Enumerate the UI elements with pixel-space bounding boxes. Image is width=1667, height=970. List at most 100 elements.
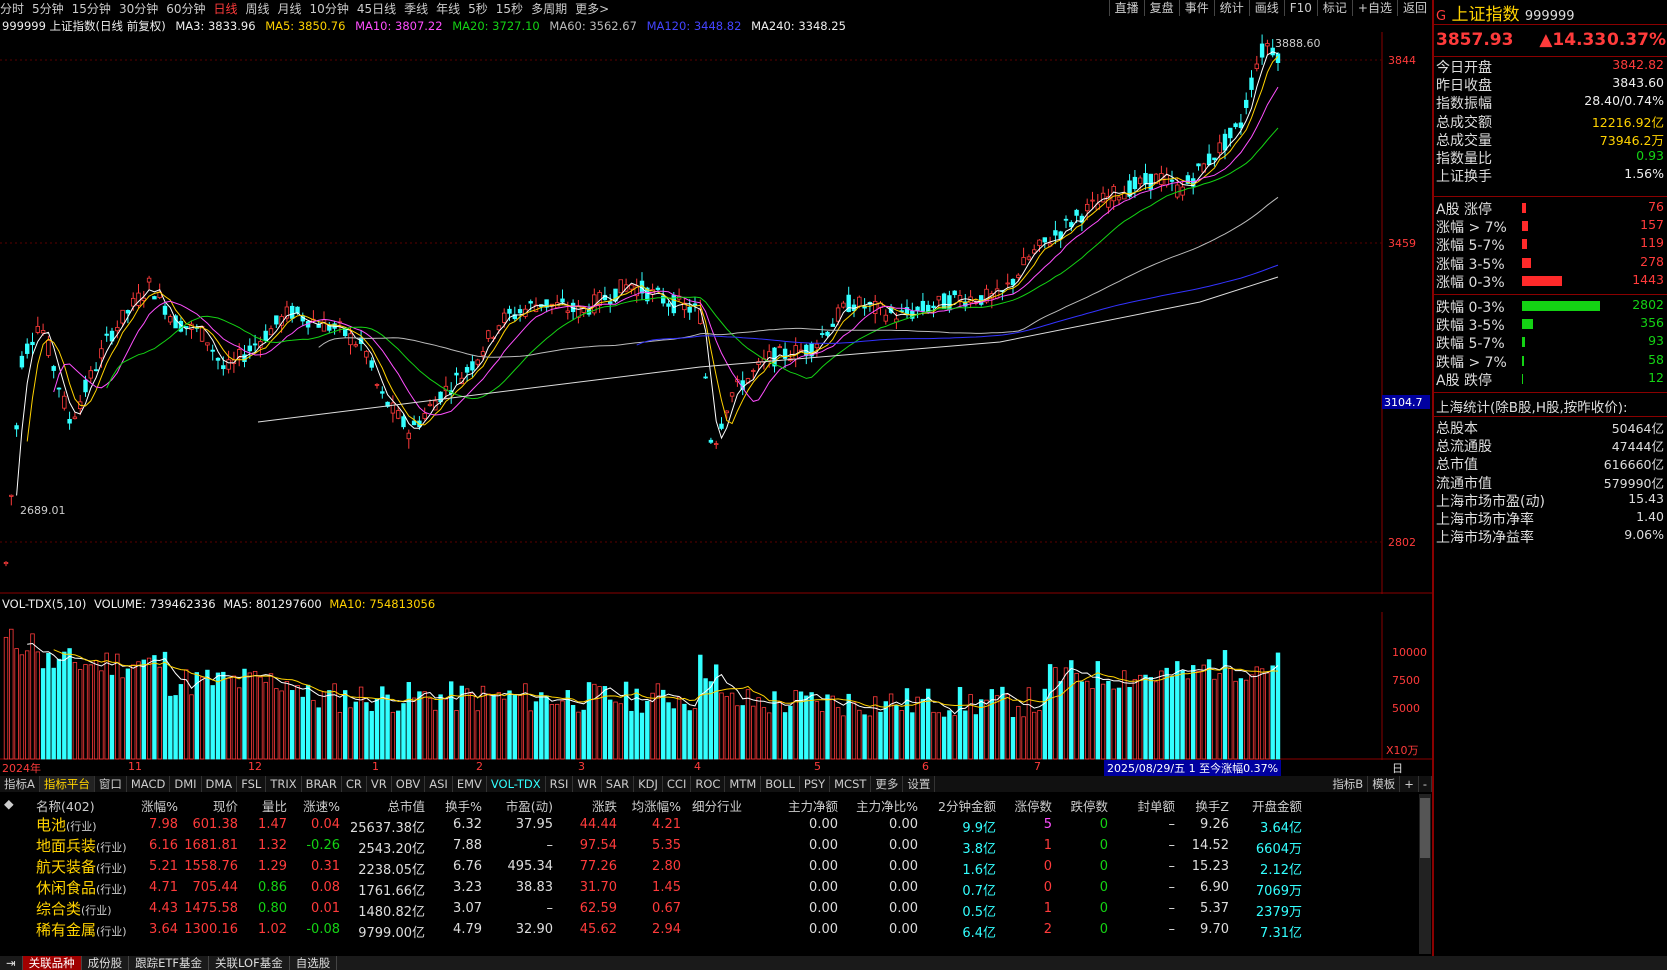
indicator-tab-19[interactable]: CCI (663, 776, 692, 792)
indicator-tab-22[interactable]: BOLL (761, 776, 800, 792)
column-header[interactable]: 量比 (262, 796, 287, 815)
column-header[interactable]: 现价 (213, 796, 238, 815)
indicator-tab-23[interactable]: PSY (800, 776, 831, 792)
period-14[interactable]: 多周期 (531, 2, 567, 16)
action-button-2[interactable]: 事件 (1178, 0, 1214, 16)
table-row[interactable]: 综合类(行业) 4.43 1475.58 0.80 0.01 1480.82亿 3.07 – 6… (0, 898, 1418, 920)
volume-bar (1000, 686, 1005, 760)
period-3[interactable]: 30分钟 (119, 2, 158, 16)
table-row[interactable]: 地面兵装(行业) 6.16 1681.81 1.32 -0.26 2543.20亿 7.88… (0, 835, 1418, 857)
indicator-tab-20[interactable]: ROC (691, 776, 726, 792)
column-header[interactable]: 市盈(动) (506, 796, 553, 815)
period-15[interactable]: 更多> (575, 2, 609, 16)
candle-body (268, 328, 274, 336)
action-button-5[interactable]: F10 (1283, 0, 1317, 16)
column-header[interactable]: 涨幅% (141, 796, 178, 815)
kline-chart[interactable]: 3844 3459 3104.7 2802 3888.60 2689.01 (0, 32, 1432, 594)
period-4[interactable]: 60分钟 (166, 2, 205, 16)
period-13[interactable]: 15秒 (496, 2, 523, 16)
indicator-tab-11[interactable]: OBV (392, 776, 426, 792)
candle-body (295, 306, 300, 314)
indicator-tab-24[interactable]: MCST (830, 776, 872, 792)
period-9[interactable]: 45日线 (357, 2, 396, 16)
column-header[interactable]: 名称(402) (36, 796, 95, 815)
candle-body (274, 315, 279, 325)
bottom-tab-4[interactable]: 自选股 (290, 956, 338, 970)
table-row[interactable]: 电池(行业) 7.98 601.38 1.47 0.04 25637.38亿 6.32 37.… (0, 814, 1418, 836)
indicator-tab-5[interactable]: DMA (202, 776, 238, 792)
stat-value: 157 (1640, 217, 1664, 233)
table-scrollbar[interactable] (1419, 794, 1431, 954)
action-button-6[interactable]: 标记 (1316, 0, 1352, 16)
expand-icon[interactable]: ◆ (4, 796, 14, 811)
period-7[interactable]: 月线 (278, 2, 302, 16)
indicator-tab-13[interactable]: EMV (453, 776, 487, 792)
indicator-tab-21[interactable]: MTM (725, 776, 762, 792)
indicator-tab-17[interactable]: SAR (602, 776, 635, 792)
column-header[interactable]: 2分钟金额 (938, 796, 996, 815)
period-5[interactable]: 日线 (214, 2, 238, 16)
table-row[interactable]: 稀有金属(行业) 3.64 1300.16 1.02 -0.08 9799.00亿 4.79… (0, 919, 1418, 941)
action-button-8[interactable]: 返回 (1396, 0, 1432, 16)
column-header[interactable]: 主力净额 (788, 796, 838, 815)
indicator-tab-26[interactable]: 设置 (903, 776, 936, 792)
period-8[interactable]: 10分钟 (310, 2, 349, 16)
volume-chart[interactable]: 10000 7500 5000 X10万 (0, 612, 1432, 760)
column-header[interactable]: 涨停数 (1014, 796, 1052, 815)
indicator-right-0[interactable]: 指标B (1328, 776, 1369, 792)
indicator-tab-4[interactable]: DMI (170, 776, 202, 792)
action-button-0[interactable]: 直播 (1108, 0, 1144, 16)
indicator-tab-7[interactable]: TRIX (266, 776, 302, 792)
volume-bar (88, 664, 93, 760)
column-header[interactable]: 封单额 (1137, 796, 1175, 815)
column-header[interactable]: 涨跌 (592, 796, 617, 815)
indicator-tab-16[interactable]: WR (573, 776, 602, 792)
table-row[interactable]: 航天装备(行业) 5.21 1558.76 1.29 0.31 2238.05亿 6.76 4… (0, 856, 1418, 878)
indicator-tab-12[interactable]: ASI (425, 776, 453, 792)
indicator-right-1[interactable]: 模板 (1368, 776, 1401, 792)
indicator-tab-14[interactable]: VOL-TDX (487, 776, 546, 792)
column-header[interactable]: 跌停数 (1070, 796, 1108, 815)
indicator-tab-6[interactable]: FSL (237, 776, 267, 792)
column-header[interactable]: 涨速% (303, 796, 340, 815)
action-button-1[interactable]: 复盘 (1143, 0, 1179, 16)
column-header[interactable]: 换手% (445, 796, 482, 815)
column-header[interactable]: 主力净比% (856, 796, 918, 815)
action-button-3[interactable]: 统计 (1213, 0, 1249, 16)
column-header[interactable]: 总市值 (387, 796, 425, 815)
indicator-tab-9[interactable]: CR (342, 776, 367, 792)
action-button-4[interactable]: 画线 (1248, 0, 1284, 16)
period-0[interactable]: 分时 (0, 2, 24, 16)
period-11[interactable]: 年线 (436, 2, 460, 16)
bottom-tab-2[interactable]: 跟踪ETF基金 (129, 956, 210, 970)
indicator-tab-10[interactable]: VR (367, 776, 392, 792)
indicator-tab-2[interactable]: 窗口 (95, 776, 127, 792)
table-row[interactable]: 休闲食品(行业) 4.71 705.44 0.86 0.08 1761.66亿 3.23 38… (0, 877, 1418, 899)
volume-bar (205, 669, 210, 760)
indicator-tab-3[interactable]: MACD (127, 776, 171, 792)
indicator-tab-15[interactable]: RSI (546, 776, 574, 792)
bottom-tab-1[interactable]: 成份股 (82, 956, 130, 970)
bottom-tab-3[interactable]: 关联LOF基金 (209, 956, 290, 970)
indicator-tab-0[interactable]: 指标A (0, 776, 40, 792)
indicator-tab-18[interactable]: KDJ (634, 776, 663, 792)
tab-arrow-icon[interactable]: ⇥ (0, 956, 23, 970)
period-10[interactable]: 季线 (404, 2, 428, 16)
column-header[interactable]: 细分行业 (692, 796, 742, 815)
column-header[interactable]: 均涨幅% (632, 796, 681, 815)
column-header[interactable]: 开盘金额 (1252, 796, 1302, 815)
action-button-7[interactable]: +自选 (1351, 0, 1397, 16)
cell-avg: 5.35 (652, 838, 681, 853)
period-1[interactable]: 5分钟 (32, 2, 64, 16)
period-12[interactable]: 5秒 (468, 2, 488, 16)
bottom-tab-0[interactable]: 关联品种 (22, 956, 82, 970)
period-2[interactable]: 15分钟 (72, 2, 111, 16)
indicator-tab-25[interactable]: 更多 (871, 776, 904, 792)
period-6[interactable]: 周线 (246, 2, 270, 16)
indicator-right-2[interactable]: + (1400, 776, 1419, 792)
indicator-right-3[interactable]: - (1419, 776, 1432, 792)
column-header[interactable]: 换手Z (1195, 796, 1229, 815)
indicator-tab-8[interactable]: BRAR (302, 776, 342, 792)
scroll-thumb[interactable] (1420, 798, 1430, 858)
indicator-tab-1[interactable]: 指标平台 (39, 776, 95, 792)
